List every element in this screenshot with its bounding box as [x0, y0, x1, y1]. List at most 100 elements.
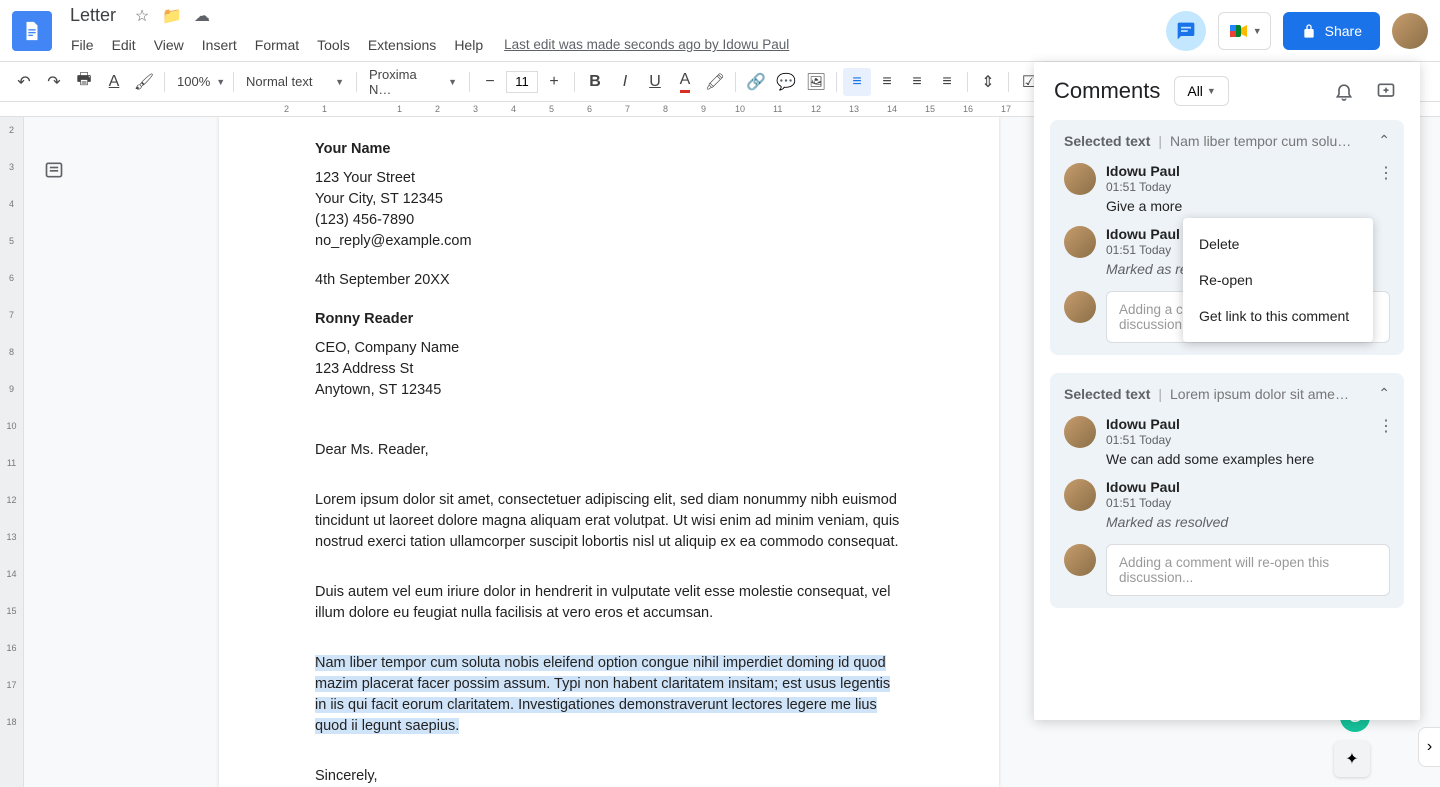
print-button[interactable]: 🖶	[70, 68, 98, 96]
chevron-down-icon: ▼	[1207, 86, 1216, 96]
ctx-delete[interactable]: Delete	[1183, 226, 1373, 262]
move-icon[interactable]: 📁	[162, 6, 182, 26]
comment-avatar	[1064, 226, 1096, 258]
meet-button[interactable]: ▼	[1218, 12, 1271, 50]
align-right-button[interactable]: ≡	[903, 68, 931, 96]
chevron-down-icon: ▼	[1253, 26, 1262, 36]
share-button[interactable]: Share	[1283, 12, 1380, 50]
comment-resolved-text: Marked as resolved	[1106, 514, 1390, 530]
comment-avatar	[1064, 479, 1096, 511]
bell-icon	[1334, 81, 1354, 101]
highlighted-paragraph: Nam liber tempor cum soluta nobis eleife…	[315, 655, 890, 734]
star-icon[interactable]: ☆	[132, 6, 152, 26]
comment-entry: Idowu Paul 01:51 Today We can add some e…	[1050, 410, 1404, 473]
align-center-button[interactable]: ≡	[873, 68, 901, 96]
side-panel-toggle[interactable]: ›	[1418, 727, 1440, 767]
text-color-button[interactable]: A	[671, 68, 699, 96]
menu-tools[interactable]: Tools	[310, 33, 357, 57]
menu-format[interactable]: Format	[248, 33, 306, 57]
cloud-status-icon[interactable]: ☁	[192, 6, 212, 26]
document-page[interactable]: Your Name 123 Your Street Your City, ST …	[219, 117, 999, 787]
new-comment-button[interactable]	[1372, 77, 1400, 105]
comment-icon	[1176, 21, 1196, 41]
comment-avatar	[1064, 163, 1096, 195]
sender-email: no_reply@example.com	[315, 231, 903, 252]
comment-time: 01:51 Today	[1106, 180, 1390, 194]
fontsize-decrease-button[interactable]: −	[476, 68, 504, 96]
last-edit-link[interactable]: Last edit was made seconds ago by Idowu …	[504, 37, 789, 52]
header: Letter ☆ 📁 ☁ File Edit View Insert Forma…	[0, 0, 1440, 62]
spellcheck-button[interactable]: A	[100, 68, 128, 96]
comments-filter[interactable]: All▼	[1174, 76, 1228, 106]
menu-bar: File Edit View Insert Format Tools Exten…	[64, 31, 1166, 59]
sender-phone: (123) 456-7890	[315, 210, 903, 231]
recipient-address-1: 123 Address St	[315, 359, 903, 380]
fontsize-input[interactable]	[506, 71, 538, 93]
underline-button[interactable]: U	[641, 68, 669, 96]
insert-link-button[interactable]: 🔗	[742, 68, 770, 96]
insert-image-button[interactable]: 🖼	[802, 68, 830, 96]
menu-help[interactable]: Help	[447, 33, 490, 57]
bold-button[interactable]: B	[581, 68, 609, 96]
comment-more-button[interactable]: ⋮	[1378, 163, 1394, 183]
paragraph-1: Lorem ipsum dolor sit amet, consectetuer…	[315, 490, 903, 553]
menu-insert[interactable]: Insert	[195, 33, 244, 57]
self-avatar	[1064, 544, 1096, 576]
highlight-button[interactable]: 🖍	[701, 68, 729, 96]
comments-panel: Comments All▼ Selected text | Nam liber …	[1034, 62, 1420, 720]
ctx-reopen[interactable]: Re-open	[1183, 262, 1373, 298]
comment-entry: Idowu Paul 01:51 Today Marked as resolve…	[1050, 473, 1404, 536]
add-comment-button[interactable]: 💬	[772, 68, 800, 96]
recipient-name: Ronny Reader	[315, 311, 413, 327]
redo-button[interactable]: ↷	[40, 68, 68, 96]
comments-title: Comments	[1054, 78, 1160, 104]
comment-time: 01:51 Today	[1106, 433, 1390, 447]
menu-view[interactable]: View	[147, 33, 191, 57]
recipient-title: CEO, Company Name	[315, 338, 903, 359]
docs-logo[interactable]	[12, 11, 52, 51]
menu-extensions[interactable]: Extensions	[361, 33, 443, 57]
thread-excerpt: Nam liber tempor cum solu…	[1170, 133, 1370, 149]
collapse-thread-icon[interactable]: ⌃	[1378, 132, 1390, 149]
align-justify-button[interactable]: ≡	[933, 68, 961, 96]
paragraph-2: Duis autem vel eum iriure dolor in hendr…	[315, 582, 903, 624]
font-select[interactable]: Proxima N…▼	[363, 68, 463, 96]
account-avatar[interactable]	[1392, 13, 1428, 49]
paint-format-button[interactable]: 🖌	[130, 68, 158, 96]
header-mid: Letter ☆ 📁 ☁ File Edit View Insert Forma…	[64, 3, 1166, 59]
comment-thread[interactable]: Selected text | Lorem ipsum dolor sit am…	[1050, 373, 1404, 608]
comment-more-button[interactable]: ⋮	[1378, 416, 1394, 436]
italic-button[interactable]: I	[611, 68, 639, 96]
sender-address-1: 123 Your Street	[315, 168, 903, 189]
menu-file[interactable]: File	[64, 33, 101, 57]
vertical-ruler[interactable]: 23456789101112131415161718	[0, 117, 24, 787]
thread-excerpt: Lorem ipsum dolor sit ame…	[1170, 386, 1370, 402]
thread-label: Selected text	[1064, 133, 1150, 149]
align-left-button[interactable]: ≡	[843, 68, 871, 96]
letter-date: 4th September 20XX	[315, 270, 903, 291]
comment-context-menu: Delete Re-open Get link to this comment	[1183, 218, 1373, 342]
comment-text: We can add some examples here	[1106, 451, 1390, 467]
comment-entry: Idowu Paul 01:51 Today Give a more ⋮	[1050, 157, 1404, 220]
reply-input[interactable]: Adding a comment will re-open this discu…	[1106, 544, 1390, 596]
line-spacing-button[interactable]: ⇕	[974, 68, 1002, 96]
document-outline-button[interactable]	[34, 150, 74, 190]
undo-button[interactable]: ↶	[10, 68, 38, 96]
comment-time: 01:51 Today	[1106, 496, 1390, 510]
add-comment-icon	[1376, 81, 1396, 101]
zoom-select[interactable]: 100%▼	[171, 68, 227, 96]
comment-history-button[interactable]	[1166, 11, 1206, 51]
fontsize-increase-button[interactable]: +	[540, 68, 568, 96]
ctx-get-link[interactable]: Get link to this comment	[1183, 298, 1373, 334]
document-title[interactable]: Letter	[64, 3, 122, 28]
collapse-thread-icon[interactable]: ⌃	[1378, 385, 1390, 402]
thread-label: Selected text	[1064, 386, 1150, 402]
menu-edit[interactable]: Edit	[105, 33, 143, 57]
closing: Sincerely,	[315, 766, 903, 787]
lock-icon	[1301, 23, 1317, 39]
explore-button[interactable]: ✦	[1334, 741, 1370, 777]
paragraph-style-select[interactable]: Normal text▼	[240, 68, 350, 96]
sender-name: Your Name	[315, 141, 390, 157]
notifications-button[interactable]	[1330, 77, 1358, 105]
comment-text: Give a more	[1106, 198, 1390, 214]
